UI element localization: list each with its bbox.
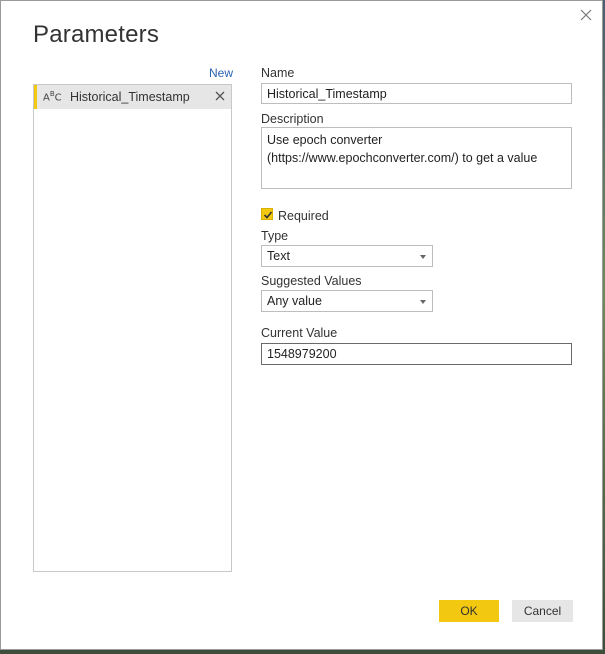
parameter-list-item[interactable]: ABC Historical_Timestamp: [34, 85, 231, 109]
ok-button[interactable]: OK: [439, 600, 499, 622]
parameters-dialog: Parameters New ABC Historical_Timestamp …: [0, 0, 603, 650]
parameter-name: Historical_Timestamp: [70, 90, 190, 104]
cancel-button[interactable]: Cancel: [512, 600, 573, 622]
suggested-values-select[interactable]: Any value: [261, 290, 433, 312]
parameter-list: ABC Historical_Timestamp: [33, 84, 232, 572]
delete-icon[interactable]: [213, 89, 227, 103]
chevron-down-icon: [420, 255, 426, 259]
name-field[interactable]: Historical_Timestamp: [261, 83, 572, 104]
description-field[interactable]: Use epoch converter (https://www.epochco…: [261, 127, 572, 189]
new-parameter-link[interactable]: New: [209, 66, 233, 80]
suggested-values-label: Suggested Values: [261, 274, 362, 288]
text-type-icon: ABC: [43, 90, 62, 104]
current-value-label: Current Value: [261, 326, 338, 340]
required-label: Required: [278, 209, 329, 223]
dialog-title: Parameters: [33, 21, 160, 48]
required-checkbox[interactable]: [261, 208, 273, 220]
description-label: Description: [261, 112, 324, 126]
close-icon[interactable]: [578, 7, 594, 23]
type-label: Type: [261, 229, 289, 243]
chevron-down-icon: [420, 300, 426, 304]
name-label: Name: [261, 66, 295, 80]
type-select[interactable]: Text: [261, 245, 433, 267]
suggested-values-select-value: Any value: [267, 294, 322, 308]
type-select-value: Text: [267, 249, 290, 263]
current-value-field[interactable]: 1548979200: [261, 343, 572, 365]
